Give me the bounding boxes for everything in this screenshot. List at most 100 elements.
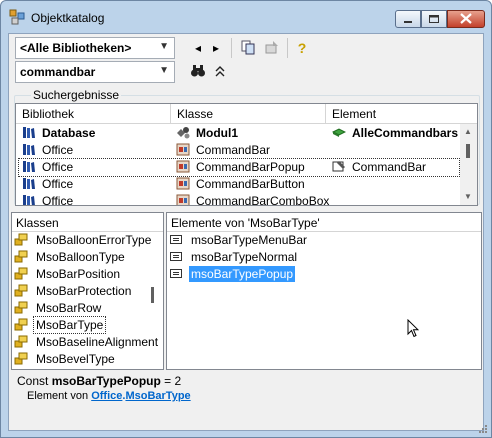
- scrollbar-thumb[interactable]: [466, 144, 470, 158]
- result-row[interactable]: Office CommandBarButton: [16, 176, 461, 193]
- detail-pane: Const msoBarTypePopup = 2 Element von Of…: [13, 371, 479, 427]
- search-results-label: Suchergebnisse: [31, 88, 122, 102]
- library-books-icon: [23, 178, 35, 189]
- enum-icon: [14, 233, 28, 246]
- scroll-up-icon[interactable]: ▲: [464, 127, 472, 136]
- result-row[interactable]: Office CommandBar: [16, 142, 461, 159]
- class-item-label: MsoBarRow: [36, 301, 102, 315]
- toolbar-separator: [231, 38, 232, 58]
- class-link[interactable]: MsoBarType: [125, 390, 190, 402]
- minimize-icon: [404, 21, 412, 23]
- module-icon: [177, 127, 190, 139]
- object-browser-icon: [9, 9, 25, 25]
- class-item-label: MsoBarType: [32, 316, 107, 334]
- result-element: AlleCommandbars: [352, 126, 459, 140]
- resize-grip-icon[interactable]: [477, 423, 489, 435]
- close-button[interactable]: [447, 10, 485, 28]
- library-link[interactable]: Office: [91, 390, 122, 402]
- column-header-library[interactable]: Bibliothek: [16, 104, 171, 124]
- class-item-label: MsoBevelType: [36, 352, 115, 366]
- results-scrollbar[interactable]: ▲ ▼: [460, 124, 477, 205]
- class-icon: [176, 160, 190, 173]
- classes-scrollbar-thumb[interactable]: [151, 287, 154, 303]
- class-item-label: MsoBaselineAlignment: [36, 335, 159, 349]
- column-header-class[interactable]: Klasse: [171, 104, 326, 124]
- member-item-label: msoBarTypePopup: [189, 266, 296, 282]
- result-library: Office: [42, 194, 74, 206]
- back-icon[interactable]: ◂: [189, 39, 207, 57]
- result-class: CommandBarButton: [196, 177, 305, 191]
- view-definition-icon[interactable]: [263, 39, 281, 57]
- result-class: Modul1: [196, 126, 238, 140]
- members-pane[interactable]: Elemente von 'MsoBarType' msoBarTypeMenu…: [166, 212, 482, 370]
- scroll-down-icon[interactable]: ▼: [464, 192, 472, 201]
- member-item-label: msoBarTypeMenuBar: [191, 233, 308, 247]
- result-library: Database: [42, 126, 96, 140]
- result-row-selected[interactable]: Office CommandBarPopup CommandBar: [18, 158, 460, 177]
- class-item[interactable]: MsoBaselineAlignment: [12, 335, 158, 352]
- minimize-button[interactable]: [395, 10, 421, 28]
- library-dropdown[interactable]: <Alle Bibliotheken> ▼: [15, 37, 175, 59]
- binoculars-icon[interactable]: [189, 63, 207, 81]
- result-class: CommandBar: [196, 143, 271, 157]
- class-item-label: MsoBalloonType: [36, 250, 125, 264]
- enum-icon: [14, 284, 28, 297]
- member-item[interactable]: msoBarTypeNormal: [167, 250, 299, 267]
- result-element: CommandBar: [352, 160, 427, 174]
- class-icon: [176, 177, 190, 190]
- enum-icon: [14, 301, 28, 314]
- help-icon[interactable]: ?: [293, 39, 311, 57]
- forward-icon[interactable]: ▸: [207, 39, 225, 57]
- result-row[interactable]: Database Modul1 AlleCommandbars: [16, 125, 461, 142]
- class-item-label: MsoBarProtection: [36, 284, 132, 298]
- search-results-list[interactable]: Bibliothek Klasse Element Database Modul…: [15, 103, 478, 206]
- chevron-down-icon: ▼: [159, 65, 169, 76]
- enum-icon: [14, 335, 28, 348]
- toolbar-separator: [287, 38, 288, 58]
- class-item-label: MsoBarPosition: [36, 267, 121, 281]
- detail-name: msoBarTypePopup: [51, 374, 161, 388]
- detail-prefix: Const: [17, 374, 52, 388]
- result-class: CommandBarPopup: [196, 160, 305, 174]
- class-item[interactable]: MsoBarPosition: [12, 267, 148, 284]
- class-icon: [176, 143, 190, 156]
- search-input[interactable]: commandbar ▼: [15, 61, 175, 83]
- maximize-button[interactable]: [421, 10, 447, 28]
- column-header-element[interactable]: Element: [326, 104, 477, 124]
- title-bar[interactable]: Objektkatalog: [1, 1, 491, 33]
- class-item[interactable]: MsoBevelType: [12, 352, 148, 369]
- library-books-icon: [23, 195, 35, 205]
- class-item-selected[interactable]: MsoBarType: [12, 316, 148, 335]
- library-books-icon: [23, 144, 35, 155]
- library-books-icon: [23, 161, 35, 172]
- detail-suffix: = 2: [160, 374, 182, 388]
- member-item[interactable]: msoBarTypeMenuBar: [167, 233, 309, 250]
- class-item[interactable]: MsoBalloonErrorType: [12, 233, 151, 250]
- collapse-icon[interactable]: [211, 63, 229, 81]
- library-books-icon: [23, 127, 35, 138]
- search-input-value: commandbar: [20, 65, 96, 79]
- enum-icon: [14, 250, 28, 263]
- constant-icon: [170, 235, 182, 244]
- constant-icon: [170, 252, 182, 261]
- method-icon: [332, 128, 346, 137]
- member-item-selected[interactable]: msoBarTypePopup: [167, 266, 296, 284]
- result-library: Office: [42, 160, 74, 174]
- maximize-icon: [429, 15, 439, 23]
- class-icon: [176, 194, 190, 205]
- classes-header: Klassen: [12, 213, 163, 232]
- class-item-label: MsoBalloonErrorType: [36, 233, 152, 247]
- object-browser-content: <Alle Bibliotheken> ▼ ◂ ▸ ? commandbar ▼…: [8, 33, 484, 431]
- constant-icon: [170, 269, 182, 278]
- copy-icon[interactable]: [239, 39, 257, 57]
- class-item[interactable]: MsoBalloonType: [12, 250, 148, 267]
- class-item[interactable]: MsoBarRow: [12, 301, 148, 318]
- result-library: Office: [42, 143, 74, 157]
- members-header: Elemente von 'MsoBarType': [167, 213, 481, 232]
- enum-icon: [14, 352, 28, 365]
- classes-pane[interactable]: Klassen MsoBalloonErrorType MsoBalloonTyp…: [11, 212, 164, 370]
- property-icon: [332, 161, 345, 172]
- enum-icon: [14, 318, 28, 331]
- result-row[interactable]: Office CommandBarComboBox: [16, 193, 461, 206]
- class-item[interactable]: MsoBarProtection: [12, 284, 148, 301]
